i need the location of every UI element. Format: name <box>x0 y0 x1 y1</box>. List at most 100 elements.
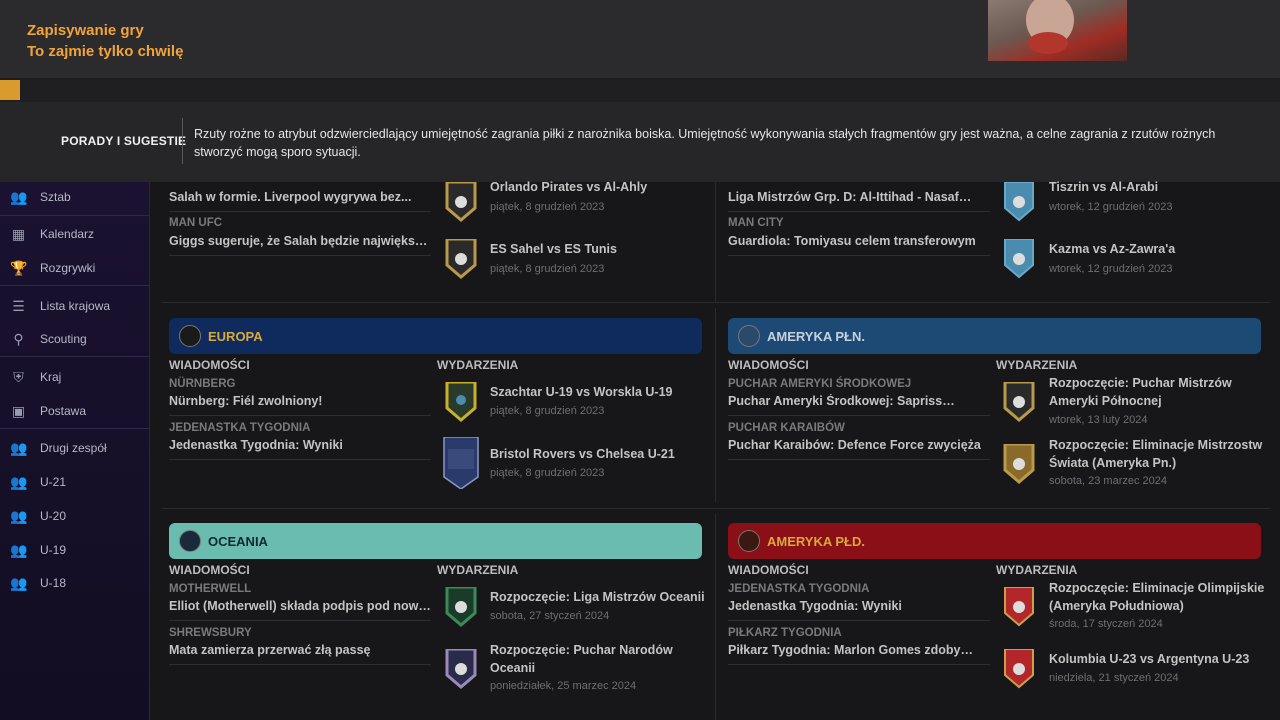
sidebar-item-scouting[interactable]: ⚲ Scouting <box>0 324 149 354</box>
save-subtitle: To zajmie tylko chwilę <box>27 43 184 60</box>
event-date: wtorek, 12 grudzień 2023 <box>1049 201 1173 213</box>
news-separator <box>169 211 431 212</box>
news-separator <box>728 255 990 256</box>
event-title[interactable]: Rozpoczęcie: Liga Mistrzów Oceanii <box>490 588 705 606</box>
sidebar-item-u19[interactable]: 👥 U-19 <box>0 535 149 565</box>
news-item-title[interactable]: Piłkarz Tygodnia: Marlon Gomes zdobywa..… <box>728 643 982 657</box>
event-title[interactable]: Kazma vs Az-Zawra'a <box>1049 240 1175 258</box>
sidebar-divider <box>0 356 149 357</box>
sidebar-item-country[interactable]: ⛨ Kraj <box>0 362 149 392</box>
sidebar-item-u20[interactable]: 👥 U-20 <box>0 501 149 531</box>
sidebar-item-attitude[interactable]: ▣ Postawa <box>0 396 149 426</box>
region-header-europe[interactable]: EUROPA <box>169 318 702 354</box>
news-item-title[interactable]: Puchar Ameryki Środkowej: Saprissa... <box>728 394 958 408</box>
sidebar-item-label: Rozgrywki <box>40 261 96 275</box>
sidebar-item-calendar[interactable]: ▦ Kalendarz <box>0 219 149 249</box>
team-icon: 👥 <box>10 440 28 456</box>
news-item-tag: NÜRNBERG <box>169 378 236 390</box>
news-column-heading: WIADOMOŚCI <box>169 358 250 372</box>
sidebar-item-label: Kraj <box>40 370 62 384</box>
event-date: wtorek, 12 grudzień 2023 <box>1049 263 1173 275</box>
news-item-title[interactable]: Elliot (Motherwell) składa podpis pod no… <box>169 599 435 613</box>
sidebar-item-label: Scouting <box>40 332 87 346</box>
news-item-tag: MAN UFC <box>169 217 223 229</box>
events-column-heading: WYDARZENIA <box>437 563 519 577</box>
trophy-badge-icon <box>443 437 479 489</box>
news-item-title[interactable]: Puchar Karaibów: Defence Force zwycięża <box>728 438 990 452</box>
news-item-title[interactable]: Guardiola: Tomiyasu celem transferowym <box>728 234 990 248</box>
sidebar-item-national-list[interactable]: ☰ Lista krajowa <box>0 291 149 321</box>
sidebar-divider <box>0 428 149 429</box>
news-separator <box>169 459 431 460</box>
sidebar-item-competitions[interactable]: 🏆 Rozgrywki <box>0 253 149 283</box>
sidebar-item-second-team[interactable]: 👥 Drugi zespół <box>0 433 149 463</box>
event-title[interactable]: ES Sahel vs ES Tunis <box>490 240 617 258</box>
news-separator <box>169 664 431 665</box>
region-name: EUROPA <box>208 329 263 344</box>
u18-team-icon: 👥 <box>10 575 28 591</box>
event-title[interactable]: Tiszrin vs Al-Arabi <box>1049 178 1158 196</box>
sidebar-item-label: U-18 <box>40 576 67 590</box>
news-item-title[interactable]: Jedenastka Tygodnia: Wyniki <box>728 599 990 613</box>
news-column-heading: WIADOMOŚCI <box>728 563 809 577</box>
event-date: sobota, 27 styczeń 2024 <box>490 610 610 622</box>
news-item-tag: JEDENASTKA TYGODNIA <box>169 422 311 434</box>
event-title[interactable]: Orlando Pirates vs Al-Ahly <box>490 178 647 196</box>
event-date: sobota, 23 marzec 2024 <box>1049 475 1168 487</box>
competition-shield-icon <box>445 182 477 222</box>
events-column-heading: WYDARZENIA <box>996 563 1078 577</box>
calendar-icon: ▦ <box>11 226 26 242</box>
news-item-title[interactable]: Liga Mistrzów Grp. D: Al-Ittihad - Nasaf… <box>728 190 972 204</box>
event-date: poniedziałek, 25 marzec 2024 <box>490 680 637 692</box>
news-item-title[interactable]: Mata zamierza przerwać złą passę <box>169 643 431 657</box>
globe-south-america-icon <box>738 530 760 552</box>
news-column-heading: WIADOMOŚCI <box>169 563 250 577</box>
competition-shield-icon <box>1004 239 1034 279</box>
event-date: niedziela, 21 styczeń 2024 <box>1049 672 1179 684</box>
event-title[interactable]: Rozpoczęcie: Puchar Narodów Oceanii <box>490 641 705 677</box>
events-column-heading: WYDARZENIA <box>437 358 519 372</box>
u20-team-icon: 👥 <box>10 508 28 524</box>
event-title[interactable]: Bristol Rovers vs Chelsea U-21 <box>490 445 675 463</box>
event-title[interactable]: Kolumbia U-23 vs Argentyna U-23 <box>1049 650 1249 668</box>
sidebar-item-label: U-20 <box>40 509 67 523</box>
event-title[interactable]: Rozpoczęcie: Eliminacje Mistrzostw Świat… <box>1049 436 1264 472</box>
region-header-north-america[interactable]: AMERYKA PŁN. <box>728 318 1261 354</box>
sidebar-item-label: Lista krajowa <box>40 299 111 313</box>
region-header-south-america[interactable]: AMERYKA PŁD. <box>728 523 1261 559</box>
competition-shield-icon <box>1003 444 1035 484</box>
sidebar-item-u18[interactable]: 👥 U-18 <box>0 568 149 598</box>
search-icon: ⚲ <box>13 331 24 347</box>
webcam-person-hand <box>1028 32 1068 54</box>
competition-shield-icon <box>1003 382 1035 422</box>
events-column-heading: WYDARZENIA <box>996 358 1078 372</box>
event-title[interactable]: Rozpoczęcie: Puchar Mistrzów Ameryki Pół… <box>1049 374 1264 410</box>
sidebar-item-label: Postawa <box>40 404 87 418</box>
event-title[interactable]: Szachtar U-19 vs Worskla U-19 <box>490 383 673 401</box>
event-title[interactable]: Rozpoczęcie: Eliminacje Olimpijskie (Ame… <box>1049 579 1269 615</box>
news-column-heading: WIADOMOŚCI <box>728 358 809 372</box>
news-separator <box>169 415 431 416</box>
webcam-overlay <box>988 0 1127 61</box>
sidebar-item-u21[interactable]: 👥 U-21 <box>0 467 149 497</box>
news-item-title[interactable]: Nürnberg: Fiél zwolniony! <box>169 394 431 408</box>
event-date: piątek, 8 grudzień 2023 <box>490 405 605 417</box>
region-name: OCEANIA <box>208 534 268 549</box>
sidebar-item-label: Kalendarz <box>40 227 95 241</box>
news-item-title[interactable]: Giggs sugeruje, że Salah będzie najwięks… <box>169 234 433 248</box>
sidebar-item-staff[interactable]: 👥 Sztab <box>0 182 149 212</box>
save-overlay: Zapisywanie gry To zajmie tylko chwilę <box>0 0 1280 78</box>
save-title: Zapisywanie gry <box>27 22 144 39</box>
globe-oceania-icon <box>179 530 201 552</box>
globe-north-america-icon <box>738 325 760 347</box>
news-item-title[interactable]: Salah w formie. Liverpool wygrywa bez... <box>169 190 429 204</box>
competition-shield-icon <box>1004 587 1034 627</box>
globe-europe-icon <box>179 325 201 347</box>
region-name: AMERYKA PŁN. <box>767 329 865 344</box>
sidebar-item-label: U-19 <box>40 543 67 557</box>
news-item-title[interactable]: Jedenastka Tygodnia: Wyniki <box>169 438 431 452</box>
section-divider <box>162 508 1270 509</box>
news-separator <box>728 664 990 665</box>
news-item-tag: JEDENASTKA TYGODNIA <box>728 583 870 595</box>
region-header-oceania[interactable]: OCEANIA <box>169 523 702 559</box>
